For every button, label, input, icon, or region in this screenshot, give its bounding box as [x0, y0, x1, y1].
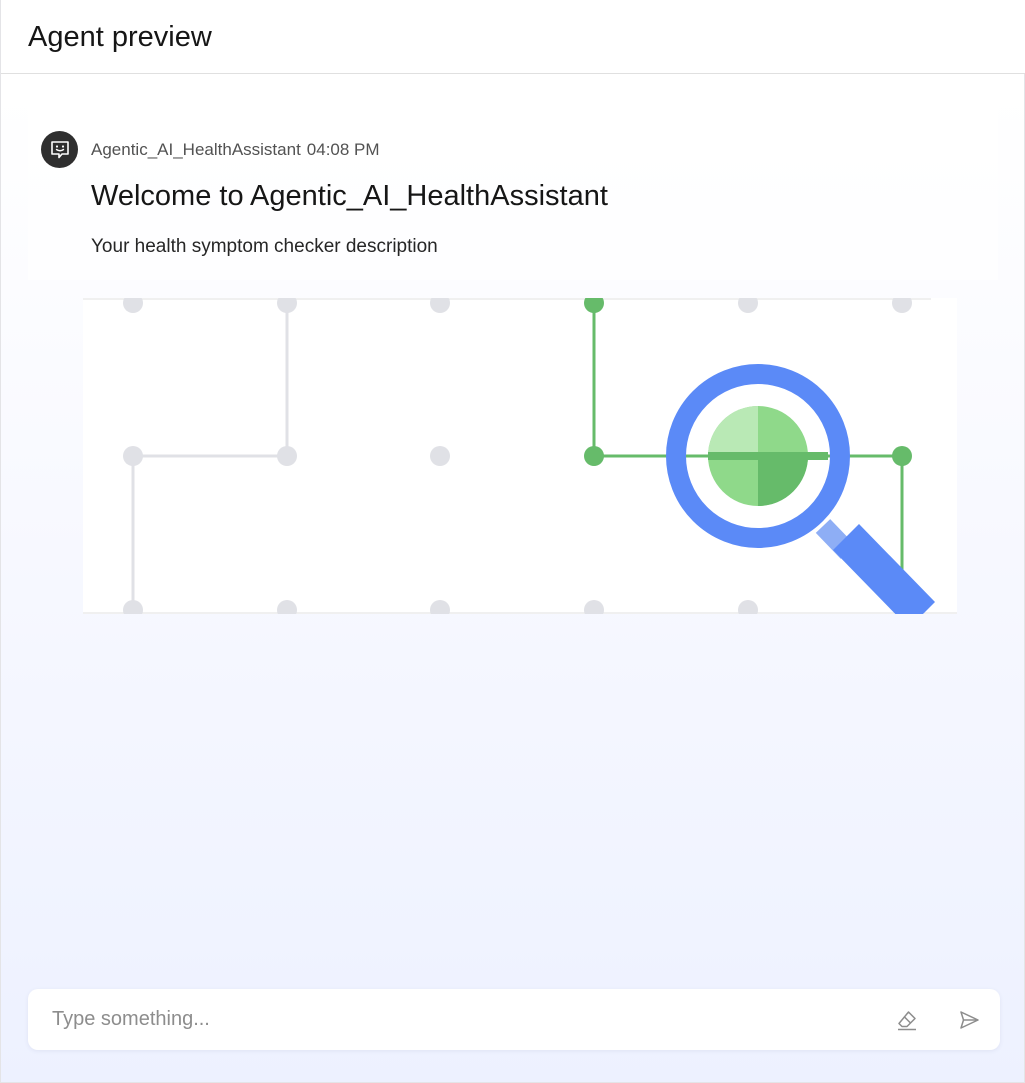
message-timestamp: 04:08 PM [306, 140, 380, 159]
eraser-icon[interactable] [893, 1006, 921, 1034]
agent-preview-panel: Agent preview Agentic_AI_HealthAssistant… [0, 0, 1025, 1083]
message-composer [28, 989, 1000, 1050]
sender-name: Agentic_AI_HealthAssistant [91, 140, 301, 159]
agent-description: Your health symptom checker description [91, 236, 438, 257]
chat-bot-icon [41, 131, 78, 168]
send-icon[interactable] [955, 1006, 983, 1034]
panel-header: Agent preview [1, 0, 1025, 74]
message-input[interactable] [52, 999, 882, 1039]
welcome-title: Welcome to Agentic_AI_HealthAssistant [91, 180, 608, 212]
message-meta: Agentic_AI_HealthAssistant 04:08 PM [91, 139, 380, 161]
page-title: Agent preview [28, 21, 212, 53]
magnifying-glass-network-illustration [83, 298, 957, 614]
